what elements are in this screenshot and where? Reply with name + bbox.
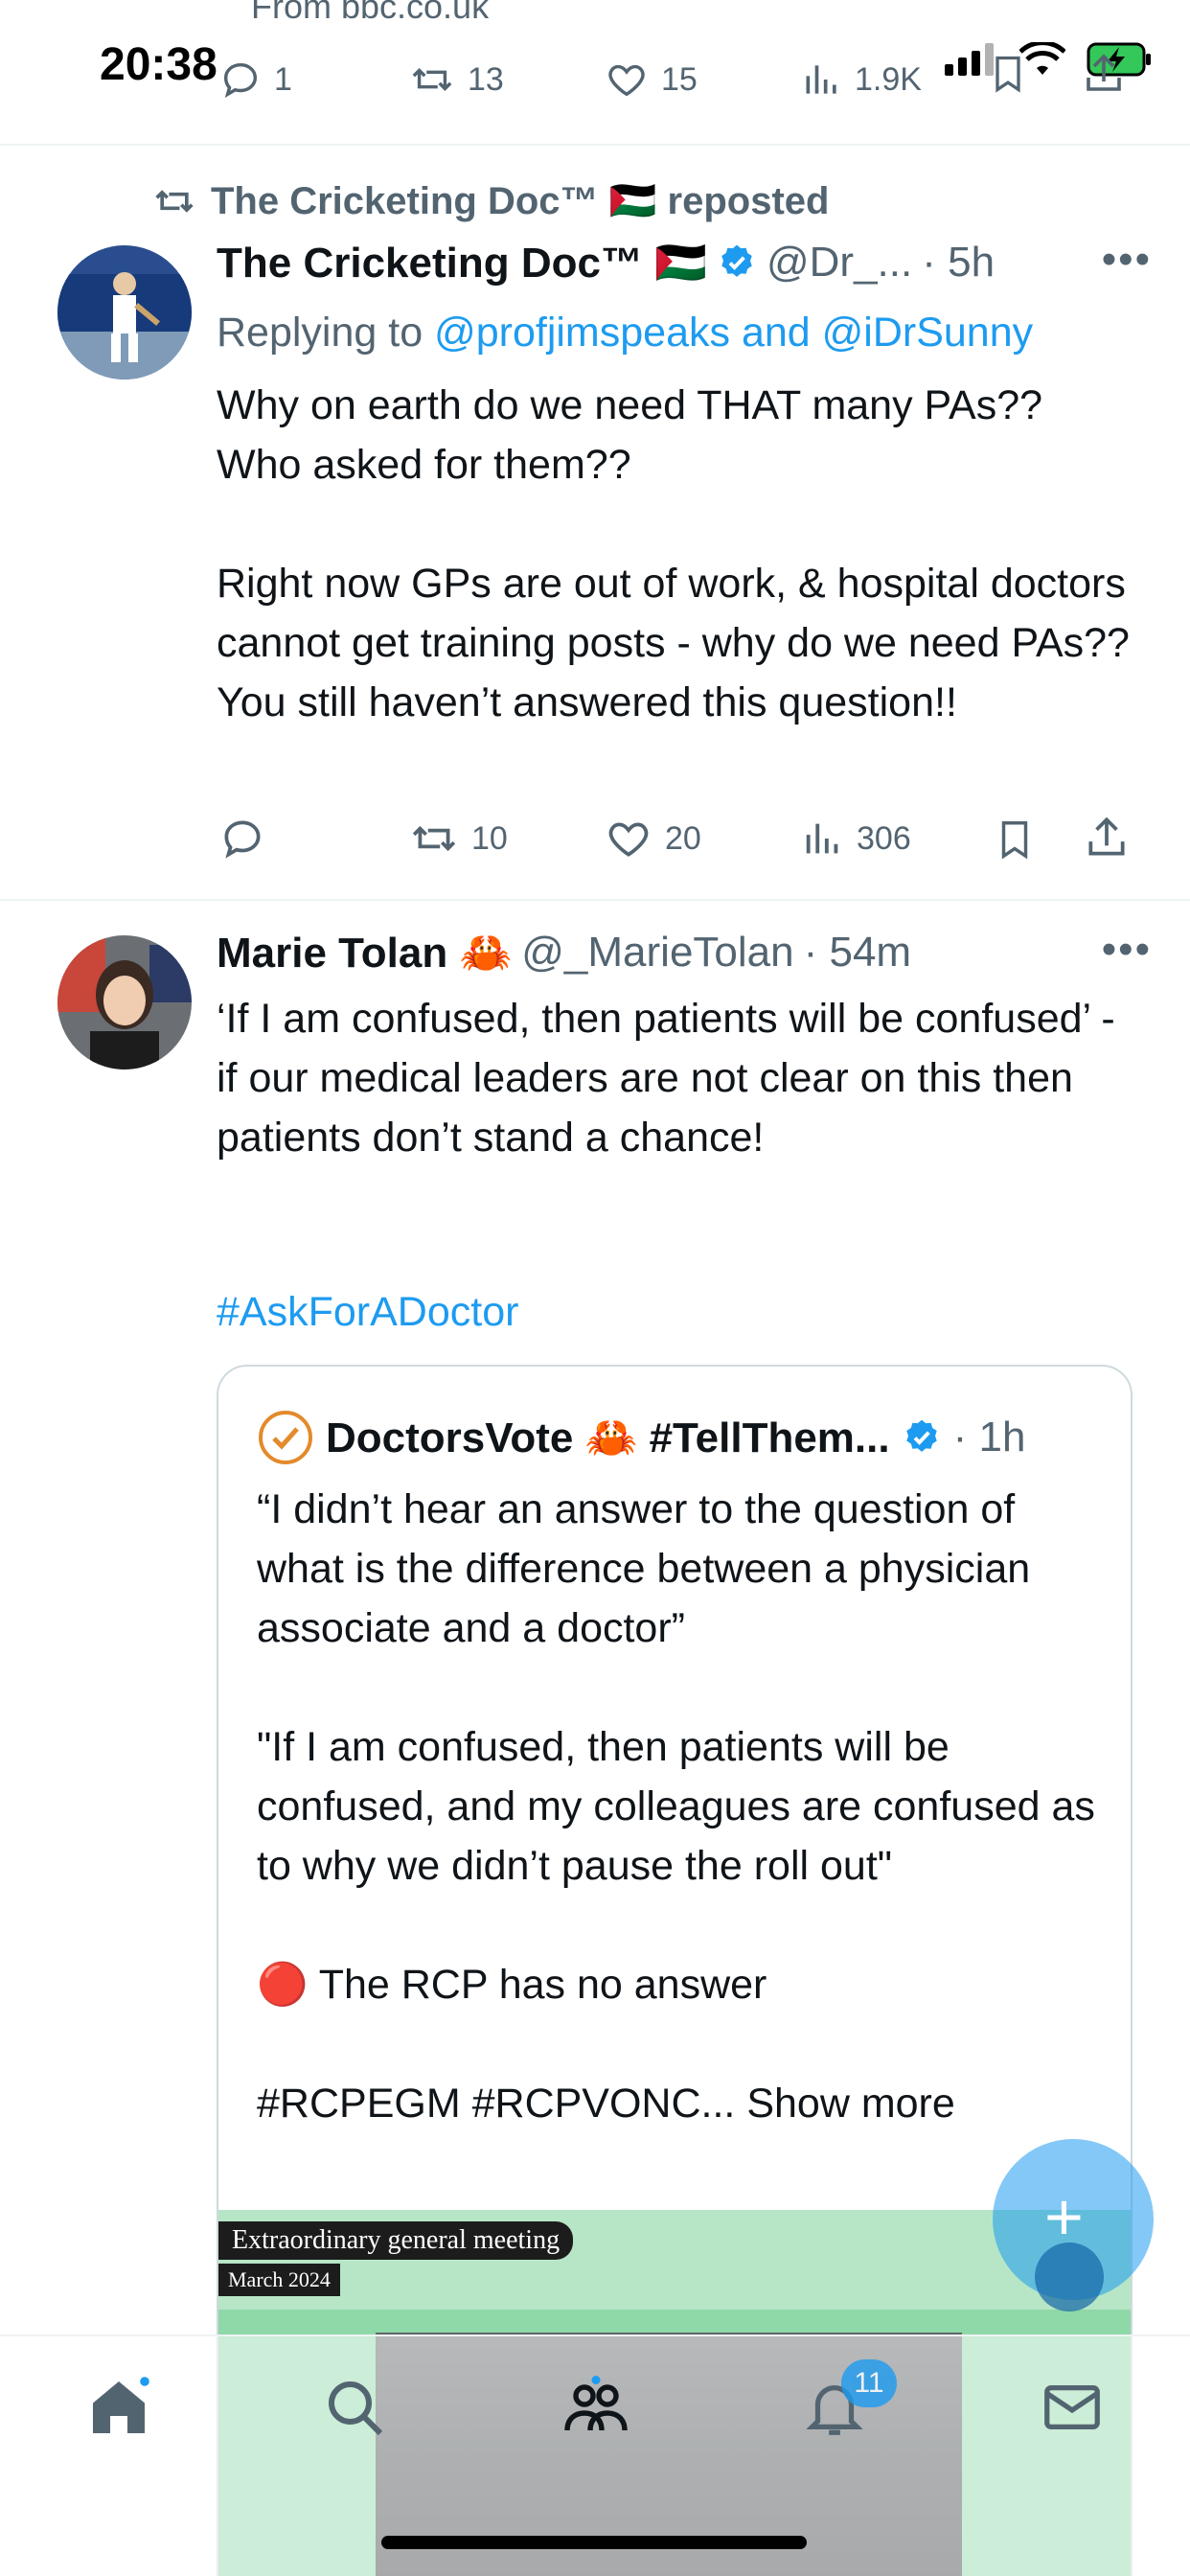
notifications-badge: 11 [841, 2359, 897, 2407]
views-button[interactable]: 1.9K [801, 58, 922, 102]
view-count: 1.9K [855, 60, 922, 98]
tab-messages[interactable] [1039, 2373, 1106, 2447]
tab-search[interactable] [320, 2373, 389, 2447]
bookmark-button[interactable] [993, 815, 1037, 864]
reply-icon [223, 62, 258, 98]
like-button[interactable]: 15 [604, 58, 698, 102]
bookmark-icon [995, 56, 1020, 93]
share-button[interactable] [1081, 50, 1127, 98]
like-count: 15 [661, 60, 698, 98]
hashtag-link[interactable]: #AskForADoctor [217, 1282, 1136, 1342]
author-handle[interactable]: @_MarieTolan [521, 929, 793, 977]
replying-prefix: Replying to [217, 310, 435, 356]
more-options-icon[interactable]: ••• [1102, 926, 1152, 974]
bookmark-icon [1001, 821, 1028, 860]
tab-communities[interactable] [560, 2373, 632, 2447]
repost-button[interactable]: 13 [408, 58, 504, 102]
clock: 20:38 [100, 39, 217, 90]
views-button[interactable]: 306 [801, 815, 911, 862]
heart-icon [608, 822, 649, 857]
author-handle[interactable]: @Dr_... [767, 239, 912, 287]
repost-icon [412, 67, 452, 92]
tweet-header: The Cricketing Doc™ 🇵🇸 @Dr_... · 5h [217, 238, 995, 288]
repost-by-text[interactable]: The Cricketing Doc™ 🇵🇸 reposted [211, 178, 829, 223]
replying-to-handles[interactable]: @profjimspeaks and @iDrSunny [434, 310, 1033, 356]
repost-button[interactable]: 10 [408, 815, 508, 862]
share-button[interactable] [1083, 813, 1131, 862]
tweet-time: · 54m [803, 929, 912, 976]
repost-count: 13 [468, 60, 504, 98]
views-icon [806, 823, 838, 854]
tweet-text: Why on earth do we need THAT many PAs?? … [217, 382, 1130, 725]
like-button[interactable]: 20 [604, 815, 701, 862]
verified-badge-icon [721, 244, 752, 277]
media-title: Extraordinary general meeting [218, 2221, 574, 2260]
reply-count: 1 [274, 60, 292, 98]
avatar[interactable] [57, 935, 192, 1070]
replying-to: Replying to @profjimspeaks and @iDrSunny [217, 303, 1136, 362]
views-icon [806, 65, 836, 94]
repost-icon [412, 825, 456, 852]
reply-button[interactable]: 1 [218, 58, 292, 102]
divider [0, 144, 1190, 146]
like-count: 20 [665, 819, 701, 857]
quote-author-name[interactable]: DoctorsVote 🦀 #TellThem... [326, 1413, 890, 1462]
reply-icon [224, 820, 261, 859]
avatar[interactable] [57, 245, 192, 380]
tweet-text: ‘If I am confused, then patients will be… [217, 996, 1127, 1161]
view-count: 306 [857, 819, 911, 857]
tweet-header: Marie Tolan 🦀 @_MarieTolan · 54m [217, 928, 911, 978]
plus-icon: + [1044, 2179, 1084, 2254]
home-indicator[interactable] [381, 2536, 807, 2549]
quote-avatar-icon [259, 1411, 312, 1464]
heart-icon [608, 64, 645, 97]
author-name[interactable]: The Cricketing Doc™ 🇵🇸 [217, 238, 707, 288]
repost-count: 10 [471, 819, 508, 857]
quote-text: “I didn’t hear an answer to the question… [257, 1486, 1095, 2127]
search-icon [329, 2381, 383, 2436]
reply-button[interactable] [218, 815, 278, 862]
compose-mini-icon [1035, 2242, 1104, 2312]
divider [0, 899, 1190, 901]
author-name[interactable]: Marie Tolan 🦀 [217, 928, 512, 978]
verified-badge-icon [905, 1419, 937, 1452]
communities-icon [564, 2376, 628, 2431]
quote-time: · 1h [952, 1414, 1026, 1460]
media-date: March 2024 [218, 2264, 340, 2296]
home-icon [93, 2377, 149, 2433]
quote-header: DoctorsVote 🦀 #TellThem... · 1h [257, 1409, 1025, 1466]
bookmark-button[interactable] [987, 50, 1029, 98]
tweet-time: · 5h [922, 239, 995, 286]
repost-icon [155, 189, 194, 213]
share-icon [1088, 816, 1125, 856]
repost-indicator: The Cricketing Doc™ 🇵🇸 reposted [151, 178, 829, 223]
mail-icon [1044, 2384, 1100, 2430]
share-icon [1087, 54, 1121, 91]
source-link-text[interactable]: From bbc.co.uk [251, 0, 489, 27]
more-options-icon[interactable]: ••• [1102, 236, 1152, 284]
tab-home[interactable] [84, 2373, 153, 2447]
